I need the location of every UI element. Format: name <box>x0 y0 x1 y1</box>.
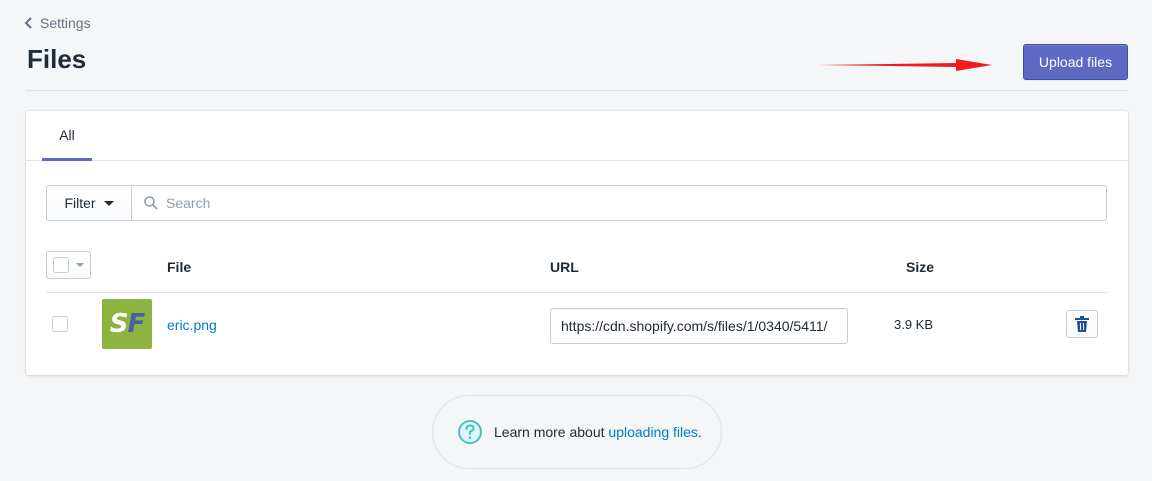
column-header-file: File <box>167 259 192 275</box>
file-size: 3.9 KB <box>894 317 934 332</box>
tab-all[interactable]: All <box>42 111 92 161</box>
row-checkbox[interactable] <box>52 316 68 332</box>
bulk-select-checkbox[interactable] <box>46 251 91 279</box>
breadcrumb-label: Settings <box>40 15 91 31</box>
chevron-left-icon <box>24 17 32 29</box>
header-divider <box>46 292 1108 293</box>
search-icon <box>144 196 158 210</box>
thumbnail-letter: F <box>127 309 145 339</box>
help-prefix: Learn more about <box>494 424 609 440</box>
delete-button[interactable] <box>1066 310 1098 338</box>
filter-label: Filter <box>64 195 96 211</box>
uploading-files-link[interactable]: uploading files <box>608 424 698 440</box>
file-url-field[interactable] <box>550 308 848 344</box>
column-header-size: Size <box>906 259 935 275</box>
search-input[interactable] <box>166 195 1106 211</box>
filter-bar: Filter <box>46 185 1107 221</box>
help-footer: Learn more about uploading files. <box>432 395 722 469</box>
upload-files-button[interactable]: Upload files <box>1023 44 1128 80</box>
filter-button[interactable]: Filter <box>46 185 132 221</box>
question-circle-icon <box>458 420 482 444</box>
caret-down-icon <box>103 200 114 206</box>
files-card: All Filter File URL Size SF eric.png 3.9… <box>26 111 1128 375</box>
page-title: Files <box>27 44 87 74</box>
title-divider <box>26 90 1128 91</box>
caret-down-icon <box>76 263 84 267</box>
file-thumbnail[interactable]: SF <box>102 299 152 349</box>
column-header-url: URL <box>550 259 579 275</box>
help-suffix: . <box>697 424 702 440</box>
breadcrumb[interactable]: Settings <box>24 15 91 31</box>
thumbnail-letter: S <box>109 309 129 339</box>
trash-icon <box>1075 316 1089 332</box>
tab-bar: All <box>26 111 1128 161</box>
select-all-checkbox[interactable] <box>53 257 69 273</box>
file-name-link[interactable]: eric.png <box>167 317 217 333</box>
help-text: Learn more about uploading files. <box>494 424 702 440</box>
red-arrow-icon <box>818 59 992 71</box>
search-box <box>132 185 1107 221</box>
